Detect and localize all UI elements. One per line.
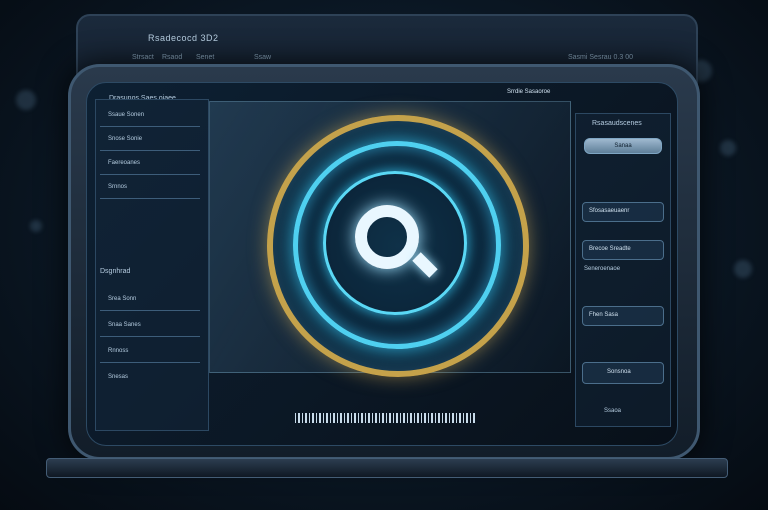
left-panel: Dsgnhrad Ssaue Sonen Snose Sonie Faereoa…	[95, 99, 209, 431]
left-panel-heading: Dsgnhrad	[100, 268, 131, 275]
back-monitor-status: Sasmi Sesrau 0.3 00	[568, 54, 633, 61]
back-menu-item[interactable]: Strsact	[132, 54, 154, 61]
right-list-item[interactable]: Seneroenaoe	[584, 266, 620, 272]
top-status-pill: Srrdie Sasaoroe	[507, 89, 551, 95]
back-monitor-title: Rsadecocd 3D2	[148, 33, 219, 43]
bokeh-light	[30, 220, 42, 232]
right-panel-heading: Rsasaudscenes	[592, 120, 642, 127]
list-item[interactable]: Faereoanes	[108, 160, 140, 166]
list-item[interactable]: Snaa Sanes	[108, 322, 141, 328]
barcode	[295, 413, 475, 423]
primary-button[interactable]: Sanaa	[584, 138, 662, 154]
back-menu-item[interactable]: Ssaw	[254, 54, 271, 61]
card-label: Fhen Sasa	[589, 312, 619, 318]
info-card[interactable]: Sonsnoa	[582, 362, 664, 384]
right-list-item[interactable]: Ssaoa	[604, 408, 621, 414]
divider	[100, 174, 200, 175]
bokeh-light	[16, 90, 36, 110]
tablet-stand	[46, 458, 728, 478]
back-menu-item[interactable]: Senet	[196, 54, 214, 61]
list-item[interactable]: Srea Sonn	[108, 296, 136, 302]
divider	[100, 126, 200, 127]
list-item[interactable]: Snose Sonie	[108, 136, 142, 142]
right-panel: Rsasaudscenes Sanaa Sfosasaeuaenr Brecoe…	[575, 113, 671, 427]
divider	[100, 310, 200, 311]
card-label: Brecoe Sreadte	[589, 246, 631, 252]
info-card[interactable]: Brecoe Sreadte	[582, 240, 664, 260]
back-menu-item[interactable]: Rsaod	[162, 54, 182, 61]
list-item[interactable]: Rnnoss	[108, 348, 128, 354]
card-label: Sfosasaeuaenr	[589, 208, 630, 214]
bokeh-light	[734, 260, 752, 278]
info-card[interactable]: Sfosasaeuaenr	[582, 202, 664, 222]
list-item[interactable]: Srnnos	[108, 184, 127, 190]
divider	[100, 362, 200, 363]
card-label: Sonsnoa	[607, 369, 631, 375]
list-item[interactable]: Snesas	[108, 374, 128, 380]
divider	[100, 198, 200, 199]
q-logo-icon[interactable]	[355, 205, 419, 269]
bokeh-light	[720, 140, 736, 156]
divider	[100, 336, 200, 337]
info-card[interactable]: Fhen Sasa	[582, 306, 664, 326]
tablet-screen: Drasunos Saes oiaee Dsgnhrad Ssaue Sonen…	[86, 82, 678, 446]
list-item[interactable]: Ssaue Sonen	[108, 112, 144, 118]
divider	[100, 150, 200, 151]
